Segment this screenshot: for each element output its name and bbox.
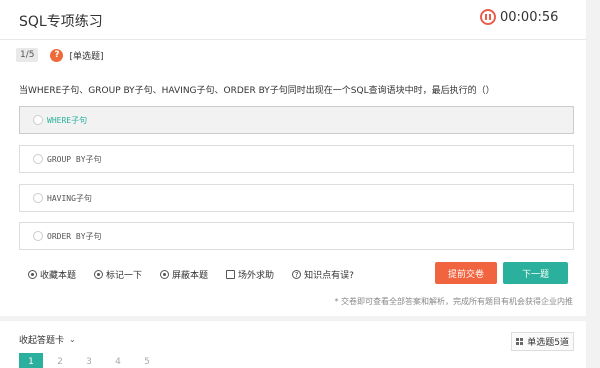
option-b[interactable]: GROUP BY子句 [19,145,574,173]
option-label: ORDER BY子句 [47,231,102,241]
grid-icon [516,337,524,346]
page-title: SQL专项练习 [19,14,103,30]
timer[interactable]: 00:00:56 [480,9,558,25]
report-error-button[interactable]: ? 知识点有误? [292,268,354,281]
shield-icon [160,270,170,279]
pause-circle-icon[interactable] [480,9,496,25]
question-number[interactable]: 2 [48,353,72,368]
question-number[interactable]: 3 [77,353,101,368]
help-icon: ? [292,270,302,279]
share-icon [226,270,236,279]
option-label: HAVING子句 [47,193,92,203]
block-button[interactable]: 屏蔽本题 [160,268,208,281]
question-number[interactable]: 5 [135,353,159,368]
question-count-badge: 单选题5道 [511,332,574,351]
next-button[interactable]: 下一题 [503,262,568,284]
toolbar: 收藏本题 标记一下 屏蔽本题 场外求助 ? 知识点有误? [28,268,372,281]
option-a[interactable]: WHERE子句 [19,106,574,134]
radio-icon[interactable] [33,193,43,203]
option-d[interactable]: ORDER BY子句 [19,222,574,250]
chevron-down-icon: ⌄ [69,335,76,344]
hint-text: * 交卷即可查看全部答案和解析，完成所有题目有机会获得企业内推 [334,297,573,306]
help-button[interactable]: 场外求助 [226,268,274,281]
mark-button[interactable]: 标记一下 [94,268,142,281]
option-c[interactable]: HAVING子句 [19,184,574,212]
progress-badge: 1/5 [16,48,39,62]
question-numbers: 1 2 3 4 5 [19,353,164,368]
radio-icon[interactable] [33,115,43,125]
question-number[interactable]: 1 [19,353,43,368]
header: SQL专项练习 00:00:56 [0,0,586,40]
practice-card: SQL专项练习 00:00:56 1/5 ? [单选题] 当WHERE子句、GR… [0,0,586,316]
question-text: 当WHERE子句、GROUP BY子句、HAVING子句、ORDER BY子句同… [19,86,495,96]
radio-icon[interactable] [33,154,43,164]
check-icon [94,270,104,279]
question-meta: 1/5 ? [单选题] [16,48,104,62]
answer-sheet: 收起答题卡 ⌄ 单选题5道 1 2 3 4 5 [0,321,586,368]
option-label: GROUP BY子句 [47,154,102,164]
question-type: [单选题] [69,51,104,62]
favorite-button[interactable]: 收藏本题 [28,268,76,281]
submit-button[interactable]: 提前交卷 [435,262,497,284]
question-icon: ? [50,48,64,62]
option-label: WHERE子句 [47,115,88,125]
star-icon [28,270,37,279]
timer-text: 00:00:56 [500,9,559,25]
collapse-sheet-button[interactable]: 收起答题卡 ⌄ [19,333,76,346]
radio-icon[interactable] [33,231,43,241]
question-number[interactable]: 4 [106,353,130,368]
